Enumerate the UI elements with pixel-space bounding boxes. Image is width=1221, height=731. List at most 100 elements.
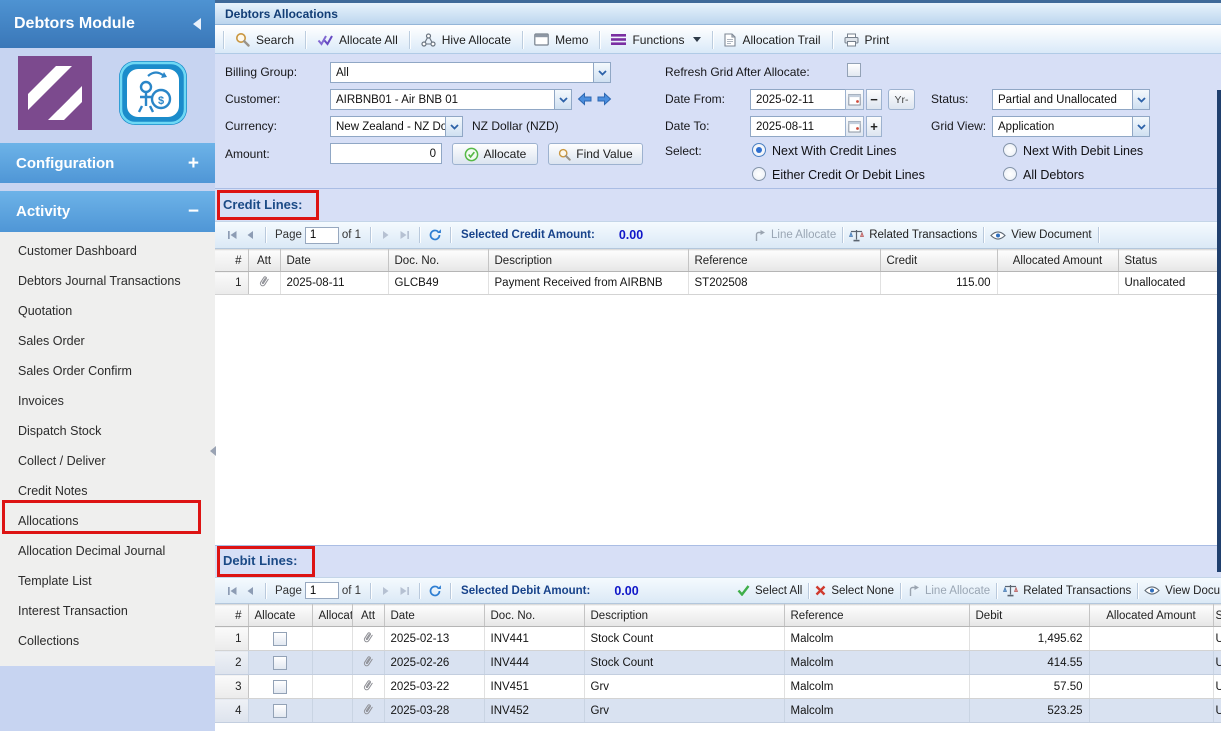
customer-label: Customer: <box>225 92 280 106</box>
sidebar-item-credit-notes[interactable]: Credit Notes <box>0 476 215 506</box>
select-all-button[interactable]: Select All <box>737 585 802 597</box>
allocation-trail-button[interactable]: Allocation Trail <box>715 29 829 51</box>
currency-select[interactable]: New Zealand - NZ Doll <box>330 116 463 137</box>
refresh-grid-label: Refresh Grid After Allocate: <box>665 65 810 79</box>
table-row[interactable]: 4 2025-03-28 INV452 Grv Malcolm 523.25 U <box>215 699 1221 723</box>
amount-input[interactable] <box>330 143 442 164</box>
print-button[interactable]: Print <box>835 29 899 51</box>
debit-view-document-button[interactable]: View Docu <box>1144 585 1220 597</box>
next-page-button[interactable] <box>377 582 395 600</box>
last-page-button[interactable] <box>395 582 413 600</box>
date-to-calendar-button[interactable] <box>845 116 864 137</box>
date-to-increment-button[interactable]: + <box>866 116 882 137</box>
panel-collapse-handle-icon[interactable] <box>210 446 216 456</box>
debit-page-input[interactable] <box>305 582 339 599</box>
previous-page-button[interactable] <box>241 226 259 244</box>
table-row[interactable]: 1 2025-08-11 GLCB49 Payment Received fro… <box>215 272 1221 295</box>
line-allocate-icon <box>907 584 920 597</box>
date-from-input[interactable] <box>750 89 846 110</box>
double-check-icon <box>317 34 333 46</box>
last-page-button[interactable] <box>395 226 413 244</box>
date-to-input[interactable] <box>750 116 846 137</box>
sidebar-item-customer-dashboard[interactable]: Customer Dashboard <box>0 236 215 266</box>
sidebar-item-allocation-decimal-journal[interactable]: Allocation Decimal Journal <box>0 536 215 566</box>
date-from-decrement-button[interactable]: − <box>866 89 882 110</box>
refresh-grid-checkbox[interactable] <box>847 63 861 77</box>
sidebar-header: Debtors Module <box>0 0 215 48</box>
sidebar-section-activity[interactable]: Activity − <box>0 191 215 232</box>
sidebar-item-interest-transaction[interactable]: Interest Transaction <box>0 596 215 626</box>
date-from-calendar-button[interactable] <box>845 89 864 110</box>
expand-icon[interactable]: + <box>188 154 199 173</box>
refresh-icon[interactable] <box>426 582 444 600</box>
sidebar-item-sales-order[interactable]: Sales Order <box>0 326 215 356</box>
functions-button[interactable]: Functions <box>602 29 710 51</box>
collapse-sidebar-icon[interactable] <box>193 18 201 30</box>
credit-related-transactions-button[interactable]: Related Transactions <box>849 229 977 242</box>
select-label: Select: <box>665 144 702 158</box>
radio-next-with-debit-lines[interactable] <box>1003 143 1017 157</box>
status-select[interactable]: Partial and Unallocated <box>992 89 1150 110</box>
chevron-down-icon[interactable] <box>1132 117 1149 136</box>
table-row[interactable]: 1 2025-02-13 INV441 Stock Count Malcolm … <box>215 627 1221 651</box>
debit-related-transactions-button[interactable]: Related Transactions <box>1003 584 1131 597</box>
grid-view-select[interactable]: Application <box>992 116 1150 137</box>
first-page-button[interactable] <box>223 226 241 244</box>
allocate-row-checkbox[interactable] <box>273 704 287 718</box>
paperclip-icon[interactable] <box>359 700 376 717</box>
chevron-down-icon[interactable] <box>445 117 462 136</box>
paperclip-icon[interactable] <box>359 652 376 669</box>
previous-customer-arrow-icon[interactable] <box>577 92 593 106</box>
sidebar-item-dispatch-stock[interactable]: Dispatch Stock <box>0 416 215 446</box>
sidebar-item-quotation[interactable]: Quotation <box>0 296 215 326</box>
debit-line-allocate-button[interactable]: Line Allocate <box>907 584 990 597</box>
eye-icon <box>1144 586 1160 595</box>
chevron-down-icon[interactable] <box>593 63 610 82</box>
radio-next-with-credit-lines[interactable] <box>752 143 766 157</box>
refresh-icon[interactable] <box>426 226 444 244</box>
credit-view-document-button[interactable]: View Document <box>990 229 1091 241</box>
sidebar-section-configuration[interactable]: Configuration + <box>0 143 215 183</box>
previous-page-button[interactable] <box>241 582 259 600</box>
radio-all-debtors[interactable] <box>1003 167 1017 181</box>
credit-page-input[interactable] <box>305 227 339 244</box>
search-button[interactable]: Search <box>226 29 303 51</box>
allocate-all-button[interactable]: Allocate All <box>308 29 407 51</box>
memo-button[interactable]: Memo <box>525 29 597 51</box>
sidebar-item-debtors-journal-transactions[interactable]: Debtors Journal Transactions <box>0 266 215 296</box>
allocate-button[interactable]: Allocate <box>452 143 538 165</box>
sidebar-item-invoices[interactable]: Invoices <box>0 386 215 416</box>
sidebar-item-allocations[interactable]: Allocations <box>0 506 215 536</box>
sidebar-item-template-list[interactable]: Template List <box>0 566 215 596</box>
next-page-button[interactable] <box>377 226 395 244</box>
billing-group-select[interactable]: All <box>330 62 611 83</box>
paperclip-icon[interactable] <box>359 628 376 645</box>
find-value-button[interactable]: Find Value <box>548 143 643 165</box>
chevron-down-icon[interactable] <box>554 90 571 109</box>
table-row[interactable]: 3 2025-03-22 INV451 Grv Malcolm 57.50 U <box>215 675 1221 699</box>
table-row[interactable]: 2 2025-02-26 INV444 Stock Count Malcolm … <box>215 651 1221 675</box>
next-customer-arrow-icon[interactable] <box>596 92 612 106</box>
paperclip-icon[interactable] <box>359 676 376 693</box>
customer-select[interactable]: AIRBNB01 - Air BNB 01 <box>330 89 572 110</box>
allocate-row-checkbox[interactable] <box>273 680 287 694</box>
currency-suffix-label: NZ Dollar (NZD) <box>472 119 559 133</box>
sidebar-item-collections[interactable]: Collections <box>0 626 215 656</box>
sidebar-item-sales-order-confirm[interactable]: Sales Order Confirm <box>0 356 215 386</box>
allocate-row-checkbox[interactable] <box>273 632 287 646</box>
grid-view-label: Grid View: <box>931 119 986 133</box>
radio-either-credit-or-debit-lines[interactable] <box>752 167 766 181</box>
allocate-row-checkbox[interactable] <box>273 656 287 670</box>
paperclip-icon[interactable] <box>255 273 272 290</box>
collapse-icon[interactable]: − <box>188 202 199 221</box>
date-to-label: Date To: <box>665 119 709 133</box>
printer-icon <box>844 33 859 47</box>
credit-line-allocate-button[interactable]: Line Allocate <box>753 229 836 242</box>
hive-allocate-button[interactable]: Hive Allocate <box>412 29 520 51</box>
year-decrement-button[interactable]: Yr- <box>888 89 915 110</box>
sidebar-item-collect-deliver[interactable]: Collect / Deliver <box>0 446 215 476</box>
select-none-button[interactable]: Select None <box>815 585 894 597</box>
first-page-button[interactable] <box>223 582 241 600</box>
chevron-down-icon[interactable] <box>1132 90 1149 109</box>
credit-lines-title: Credit Lines: <box>223 197 302 212</box>
